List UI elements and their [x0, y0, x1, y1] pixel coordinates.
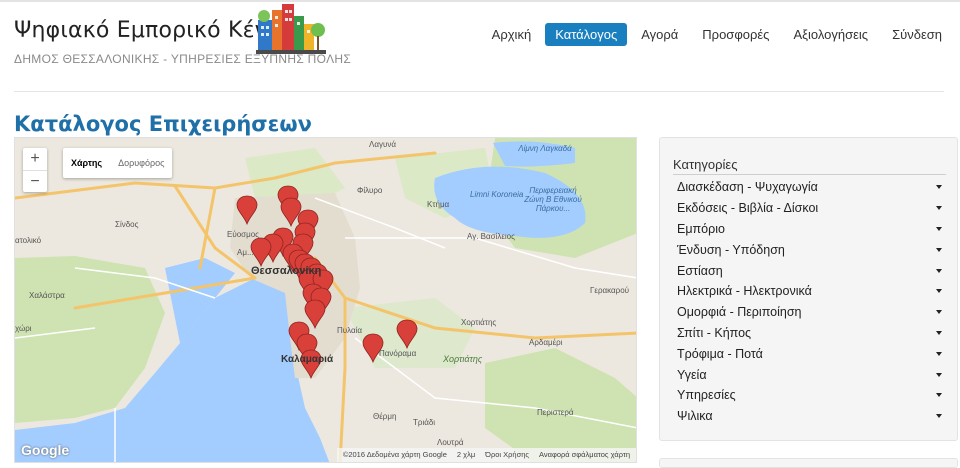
category-item[interactable]: Σπίτι - Κήπος: [673, 323, 946, 344]
zoom-control: + −: [23, 148, 47, 192]
label-kalamaria: Καλαμαριά: [281, 354, 334, 365]
nav-login[interactable]: Σύνδεση: [882, 23, 952, 46]
category-item[interactable]: Ηλεκτρικά - Ηλεκτρονικά: [673, 281, 946, 302]
map-report-link[interactable]: Αναφορά σφάλματος χάρτη: [539, 448, 630, 462]
label-evosmos: Εύοσμος: [227, 230, 260, 239]
nav-offers[interactable]: Προσφορές: [692, 23, 779, 46]
secondary-panel: [659, 458, 958, 468]
label-chortiatis: Χορτιάτης: [461, 318, 497, 327]
category-item[interactable]: Υπηρεσίες: [673, 385, 946, 406]
category-label: Ένδυση - Υπόδηση: [677, 242, 785, 257]
main-nav: Αρχική Κατάλογος Αγορά Προσφορές Αξιολογ…: [482, 23, 952, 46]
label-thermi: Θέρμη: [373, 412, 397, 421]
nav-market[interactable]: Αγορά: [631, 23, 688, 46]
label-ag-vasileios: Αγ. Βασίλειος: [467, 232, 515, 241]
category-item[interactable]: Διασκέδαση - Ψυχαγωγία: [673, 177, 946, 198]
label-periferiaki: Περιφερειακή Ζώνη Β Εθνικού Πάρκου...: [524, 186, 582, 213]
category-item[interactable]: Υγεία: [673, 364, 946, 385]
category-item[interactable]: Εστίαση: [673, 260, 946, 281]
label-kalochori: χώρι: [15, 324, 32, 333]
map-copyright: ©2016 Δεδομένα χάρτη Google: [342, 450, 447, 459]
category-label: Σπίτι - Κήπος: [677, 325, 752, 340]
label-chortiatis-mountain: Χορτιάτης: [443, 354, 483, 364]
category-label: Εμπόριο: [677, 221, 725, 236]
caret-down-icon: [936, 351, 942, 356]
map-type-map[interactable]: Χάρτης: [63, 148, 110, 178]
map-type-satellite[interactable]: Δορυφόρος: [110, 148, 172, 178]
label-panorama: Πανόραμα: [379, 349, 417, 358]
label-triadi: Τριάδι: [413, 418, 436, 427]
nav-home[interactable]: Αρχική: [482, 23, 542, 46]
category-item[interactable]: Ένδυση - Υπόδηση: [673, 239, 946, 260]
category-item[interactable]: Ομορφιά - Περιποίηση: [673, 302, 946, 323]
caret-down-icon: [936, 206, 942, 211]
caret-down-icon: [936, 393, 942, 398]
category-item[interactable]: Εμπόριο: [673, 219, 946, 240]
categories-panel: Κατηγορίες Διασκέδαση - Ψυχαγωγία Εκδόσε…: [659, 137, 958, 441]
category-label: Διασκέδαση - Ψυχαγωγία: [677, 180, 818, 195]
caret-down-icon: [936, 268, 942, 273]
caret-down-icon: [936, 330, 942, 335]
category-label: Τρόφιμα - Ποτά: [677, 346, 763, 361]
categories-list: Διασκέδαση - Ψυχαγωγία Εκδόσεις - Βιβλία…: [673, 177, 946, 427]
label-pylaia: Πυλαία: [337, 326, 363, 335]
label-thessaloniki: Θεσσαλονίκη: [251, 265, 322, 277]
zoom-out-button[interactable]: −: [23, 170, 47, 192]
label-ampelokipoi: Αμ...: [237, 248, 254, 257]
header-divider: [14, 91, 944, 92]
category-label: Ηλεκτρικά - Ηλεκτρονικά: [677, 284, 812, 299]
categories-title: Κατηγορίες: [673, 157, 946, 175]
city-buildings-logo[interactable]: [256, 2, 326, 56]
map-attribution: ©2016 Δεδομένα χάρτη Google 2 χλμ Όροι Χ…: [336, 448, 636, 462]
label-gerakarou: Γερακαρού: [590, 286, 630, 295]
page-title: Κατάλογος Επιχειρήσεων: [14, 112, 312, 136]
map-terms-link[interactable]: Όροι Χρήσης: [485, 448, 529, 462]
nav-catalog[interactable]: Κατάλογος: [545, 23, 628, 46]
caret-down-icon: [936, 185, 942, 190]
caret-down-icon: [936, 247, 942, 252]
caret-down-icon: [936, 310, 942, 315]
category-label: Ομορφιά - Περιποίηση: [677, 305, 802, 320]
map-scale[interactable]: 2 χλμ: [457, 448, 475, 462]
label-ktima: Κτήμα: [427, 200, 450, 209]
label-chalastra: Χαλάστρα: [29, 291, 65, 300]
label-limni-lagada: Λίμνη Λαγκαδά: [518, 144, 572, 153]
business-map[interactable]: Λαγυνά Λίμνη Λαγκαδά Limni Koroneia Περι…: [14, 137, 637, 463]
map-type-control: Χάρτης Δορυφόρος: [63, 148, 173, 178]
caret-down-icon: [936, 289, 942, 294]
category-label: Υπηρεσίες: [677, 388, 736, 403]
top-border: [0, 0, 960, 2]
caret-down-icon: [936, 372, 942, 377]
label-loutra: Λουτρά: [437, 438, 464, 447]
label-lagyna: Λαγυνά: [369, 140, 396, 149]
category-item[interactable]: Ψιλικα: [673, 406, 946, 427]
label-filyro: Φίλυρο: [357, 186, 383, 195]
caret-down-icon: [936, 414, 942, 419]
zoom-in-button[interactable]: +: [23, 148, 47, 170]
category-label: Ψιλικα: [677, 409, 713, 424]
nav-reviews[interactable]: Αξιολογήσεις: [783, 23, 878, 46]
category-label: Εστίαση: [677, 263, 723, 278]
label-ardameri: Αρδαμέρι: [529, 338, 563, 347]
category-label: Υγεία: [677, 367, 707, 382]
label-peristera: Περιστερά: [537, 408, 574, 417]
label-sindos: Σίνδος: [115, 220, 139, 229]
label-limni-koroneia: Limni Koroneia: [470, 190, 524, 199]
category-label: Εκδόσεις - Βιβλία - Δίσκοι: [677, 201, 819, 216]
google-logo[interactable]: Google: [21, 442, 69, 458]
category-item[interactable]: Εκδόσεις - Βιβλία - Δίσκοι: [673, 198, 946, 219]
caret-down-icon: [936, 226, 942, 231]
category-item[interactable]: Τρόφιμα - Ποτά: [673, 343, 946, 364]
label-atoliko: ατολικό: [15, 236, 42, 245]
